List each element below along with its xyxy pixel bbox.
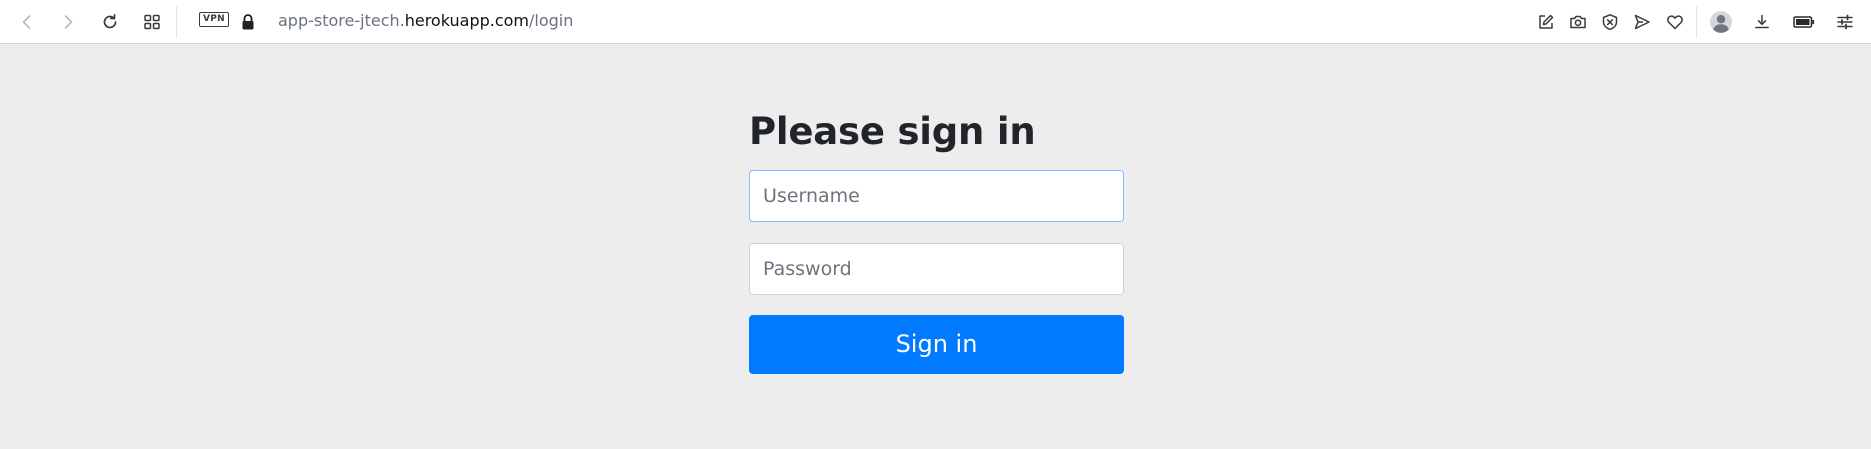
back-icon[interactable] (13, 8, 41, 36)
forward-icon[interactable] (54, 8, 82, 36)
camera-icon[interactable] (1564, 8, 1592, 36)
settings-sliders-icon[interactable] (1831, 8, 1859, 36)
reload-icon[interactable] (96, 8, 124, 36)
toolbar-divider (1696, 6, 1697, 38)
heart-icon[interactable] (1661, 8, 1689, 36)
page-title: Please sign in (749, 110, 1036, 153)
login-form: Please sign in Sign in (749, 108, 1124, 374)
tabs-grid-icon[interactable] (138, 8, 166, 36)
address-bar-url[interactable]: app-store-jtech.herokuapp.com/login (278, 11, 573, 31)
profile-icon[interactable] (1707, 8, 1735, 36)
sign-in-button[interactable]: Sign in (749, 315, 1124, 374)
edit-icon[interactable] (1532, 8, 1560, 36)
lock-icon[interactable] (234, 8, 262, 36)
toolbar-divider (176, 6, 177, 38)
url-subdomain: app-store-jtech. (278, 11, 405, 30)
download-icon[interactable] (1748, 8, 1776, 36)
send-icon[interactable] (1628, 8, 1656, 36)
url-host: herokuapp.com (404, 11, 530, 30)
adblock-icon[interactable] (1596, 8, 1624, 36)
vpn-badge[interactable]: VPN (199, 12, 229, 27)
url-path: /login (529, 11, 574, 30)
username-input[interactable] (749, 170, 1124, 222)
battery-icon[interactable] (1790, 8, 1818, 36)
browser-toolbar: VPN app-store-jtech.herokuapp.com/login (0, 0, 1871, 44)
password-input[interactable] (749, 243, 1124, 295)
